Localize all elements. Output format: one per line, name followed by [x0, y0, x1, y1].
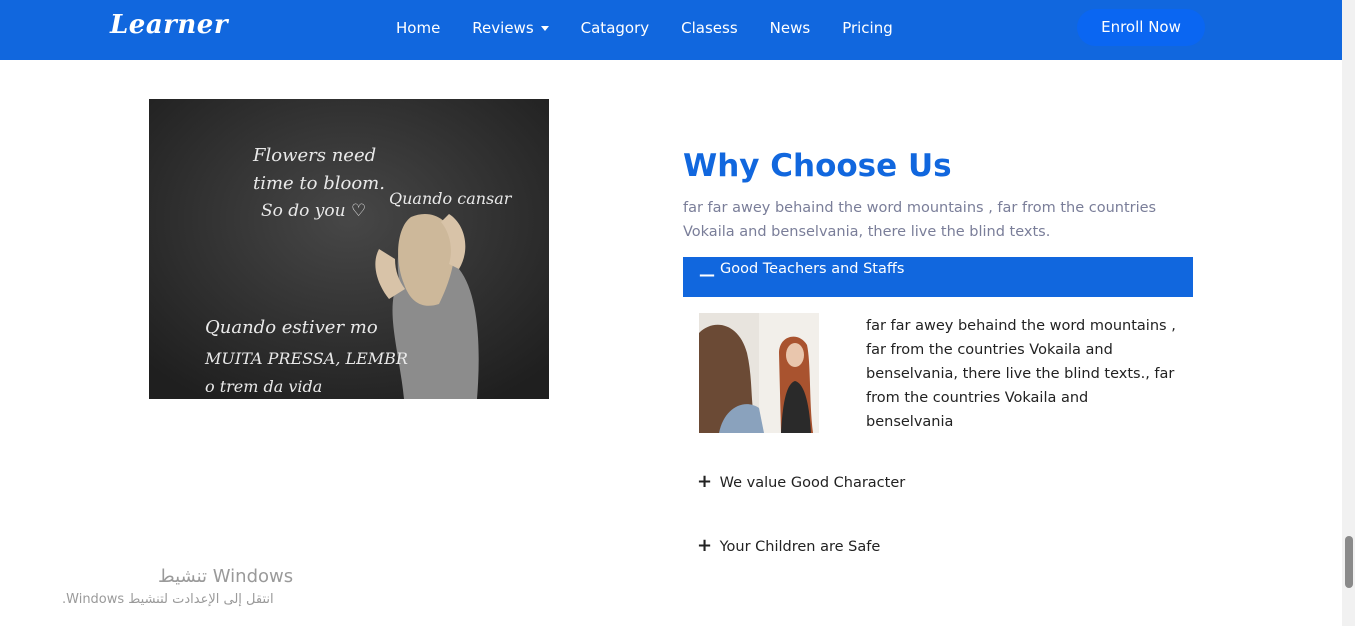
- enroll-now-button[interactable]: Enroll Now: [1077, 9, 1205, 46]
- site-logo[interactable]: Learner: [110, 10, 228, 40]
- plus-icon: +: [697, 471, 713, 492]
- windows-activation-title: تنشيط Windows: [158, 566, 294, 587]
- nav-clasess[interactable]: Clasess: [681, 19, 738, 37]
- accordion-label: Your Children are Safe: [719, 539, 881, 555]
- accordion-header-good-teachers[interactable]: — Good Teachers and Staffs: [683, 257, 1193, 297]
- nav-reviews[interactable]: Reviews: [472, 19, 549, 37]
- accordion-header-children-safe[interactable]: + Your Children are Safe: [697, 535, 880, 556]
- nav-pricing[interactable]: Pricing: [842, 19, 893, 37]
- chalk-line: o trem da vida: [205, 377, 323, 396]
- section-title: Why Choose Us: [683, 148, 952, 184]
- section-intro: far far awey behaind the word mountains …: [683, 200, 1157, 240]
- chalk-line: So do you ♡: [261, 201, 367, 221]
- chalk-line: Quando estiver mo: [205, 317, 378, 338]
- minus-icon: —: [699, 265, 715, 284]
- scrollbar-thumb[interactable]: [1345, 536, 1353, 588]
- plus-icon: +: [697, 535, 713, 556]
- nav-catagory[interactable]: Catagory: [581, 19, 649, 37]
- main-nav: Home Reviews Catagory Clasess News Prici…: [396, 19, 925, 37]
- windows-activation-subtitle: انتقل إلى الإعدادت لتنشيط Windows.: [62, 592, 274, 607]
- chalk-line: time to bloom.: [253, 173, 385, 194]
- nav-news[interactable]: News: [770, 19, 811, 37]
- accordion-label: We value Good Character: [719, 475, 906, 491]
- page-scrollbar[interactable]: [1342, 0, 1355, 626]
- nav-home[interactable]: Home: [396, 19, 440, 37]
- chalk-line: Flowers need: [253, 145, 377, 166]
- chalkboard-image: Flowers need time to bloom. So do you ♡ …: [149, 99, 549, 399]
- chalk-line: Quando cansar: [389, 189, 512, 208]
- accordion-body-text: far far awey behaind the word mountains …: [866, 318, 1176, 430]
- teacher-photo-graphic: [699, 313, 819, 433]
- chalk-line: MUITA PRESSA, LEMBR: [205, 349, 408, 368]
- accordion-label: Good Teachers and Staffs: [720, 261, 905, 277]
- teacher-photo: [699, 313, 819, 433]
- accordion-header-good-character[interactable]: + We value Good Character: [697, 471, 905, 492]
- chevron-down-icon: [540, 26, 549, 31]
- nav-reviews-label: Reviews: [472, 19, 534, 37]
- top-navbar: Learner Home Reviews Catagory Clasess Ne…: [0, 0, 1342, 60]
